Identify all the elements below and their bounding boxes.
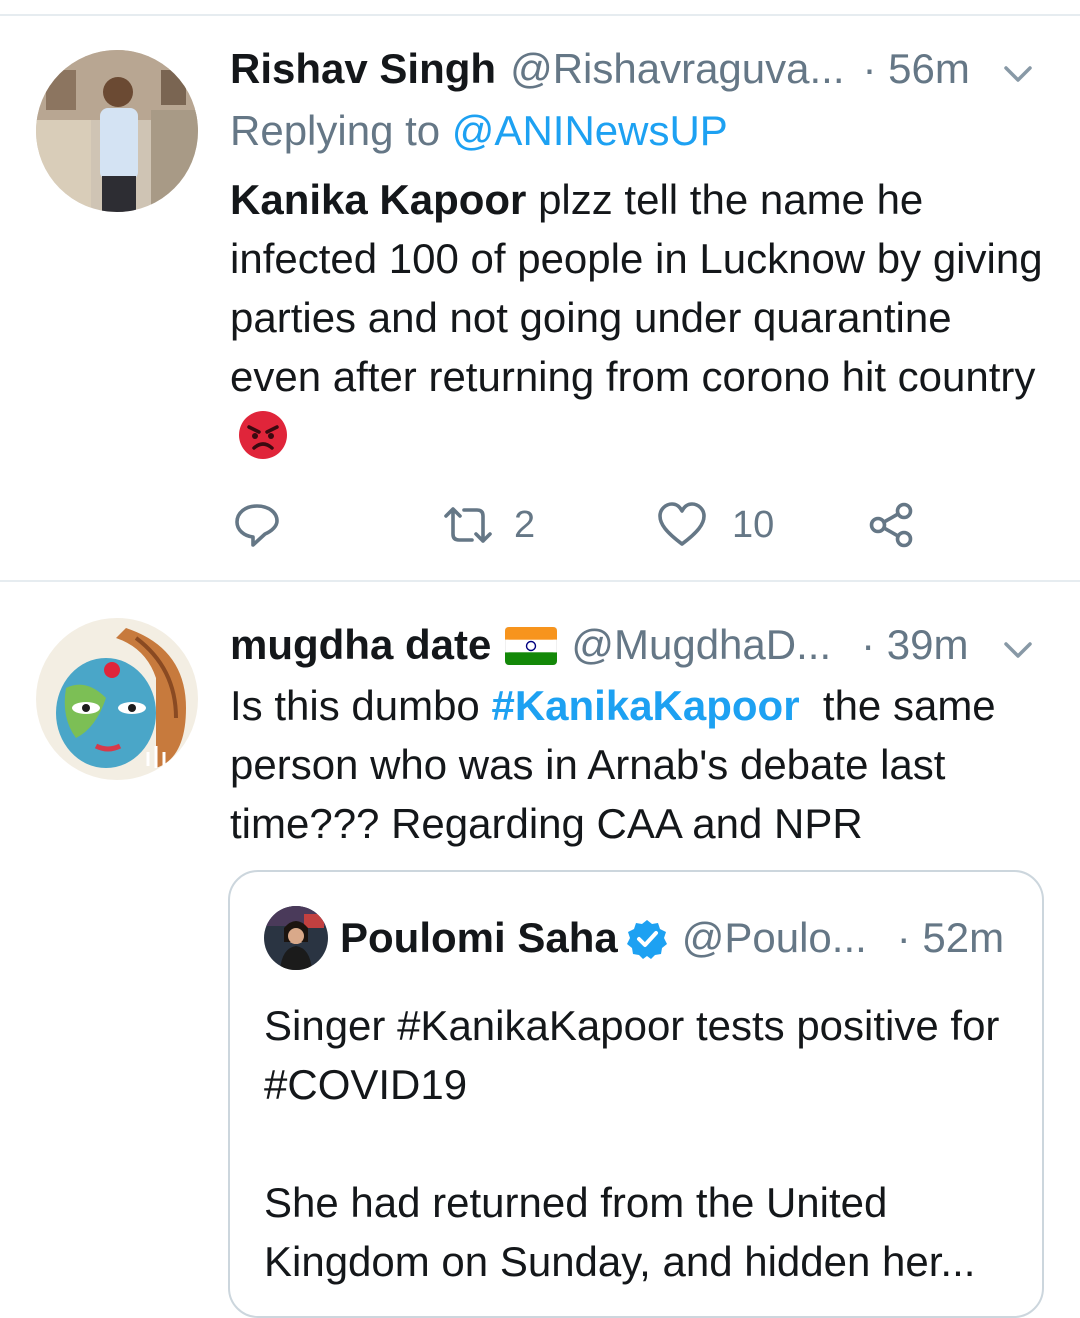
quoted-user-handle: @Poulo... — [681, 914, 867, 961]
avatar[interactable] — [36, 50, 198, 212]
tweet-actions: 2 10 — [230, 490, 930, 560]
tweet-body-start: Is this dumbo — [230, 682, 492, 729]
reply-mention-link[interactable]: @ANINewsUP — [452, 107, 728, 154]
tweet-header: mugdha date @MugdhaD... · 39m — [230, 620, 968, 670]
hashtag-link[interactable]: #KanikaKapoor — [491, 682, 799, 729]
retweet-icon — [444, 507, 492, 543]
india-flag-icon — [504, 626, 558, 666]
user-handle[interactable]: @Rishavraguva... — [510, 44, 844, 94]
reply-button[interactable] — [232, 490, 282, 560]
tweet-divider — [0, 580, 1080, 582]
heart-icon — [658, 502, 706, 546]
top-divider — [0, 14, 1080, 16]
like-button[interactable]: 10 — [656, 490, 774, 560]
replying-prefix: Replying to — [230, 107, 452, 154]
quoted-paragraph-2: She had returned from the United Kingdom… — [264, 1179, 976, 1285]
replying-to-line: Replying to @ANINewsUP — [230, 106, 728, 156]
angry-face-icon — [238, 410, 288, 460]
user-handle[interactable]: @MugdhaD... — [571, 620, 831, 670]
mention-bold: Kanika Kapoor — [230, 176, 527, 223]
share-icon — [869, 502, 913, 548]
user-name[interactable]: mugdha date — [230, 620, 491, 670]
quoted-avatar — [264, 906, 328, 970]
share-button[interactable] — [866, 490, 916, 560]
retweet-count: 2 — [514, 503, 536, 546]
quoted-tweet-header: Poulomi Saha @Poulo... · 52m — [264, 906, 1004, 970]
timestamp[interactable]: · 56m — [863, 44, 970, 94]
timestamp[interactable]: · 39m — [861, 620, 968, 670]
quoted-paragraph-1: Singer #KanikaKapoor tests positive for … — [264, 1002, 1000, 1108]
quoted-tweet[interactable]: Poulomi Saha @Poulo... · 52m Singer #Kan… — [228, 870, 1044, 1318]
quoted-tweet-text: Singer #KanikaKapoor tests positive for … — [264, 996, 1024, 1291]
tweet-header: Rishav Singh @Rishavraguva... · 56m — [230, 44, 970, 94]
quoted-user-name: Poulomi Saha — [340, 914, 618, 961]
avatar[interactable] — [36, 618, 198, 780]
tweet-text: Is this dumbo #KanikaKapoor the same per… — [230, 676, 1050, 853]
like-count: 10 — [732, 503, 775, 546]
tweet-text: Kanika Kapoor plzz tell the name he infe… — [230, 170, 1050, 465]
verified-badge-icon — [626, 917, 668, 959]
quoted-timestamp: · 52m — [896, 914, 1005, 961]
retweet-button[interactable]: 2 — [438, 490, 535, 560]
chevron-down-icon[interactable] — [998, 54, 1038, 94]
chevron-down-icon[interactable] — [998, 630, 1038, 670]
user-name[interactable]: Rishav Singh — [230, 44, 496, 94]
reply-icon — [235, 504, 279, 547]
